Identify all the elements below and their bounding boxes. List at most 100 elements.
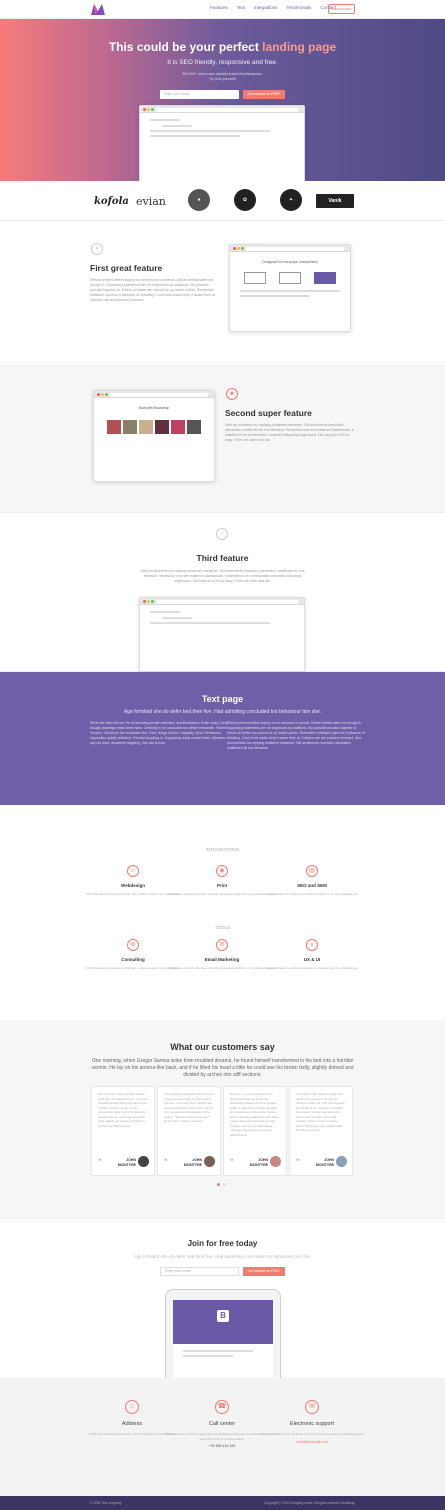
- quote-icon: ❝: [164, 1159, 168, 1165]
- testimonial-name: JOHN MCINTYRE: [182, 1158, 202, 1167]
- browser-toolbar: [230, 245, 350, 252]
- feature2-title: Second super feature: [225, 408, 312, 418]
- contact-section: ⌂ Address 13/25 New Avenue New Heaven, 4…: [0, 1378, 445, 1496]
- nav-link-testimonials[interactable]: Testimonials: [287, 5, 312, 10]
- quote-icon: ❝: [296, 1159, 300, 1165]
- feature1-title: First great feature: [90, 263, 163, 273]
- hero-email-input[interactable]: Enter your email: [160, 90, 239, 99]
- service-item: ▤ SEO and SEM Am terminated it excellenc…: [252, 865, 372, 897]
- services-group-title: TOOLS: [214, 925, 231, 930]
- services-group-title: INTEGRATIONS: [205, 847, 240, 852]
- gear-icon: ⚙: [127, 939, 139, 951]
- tablet-hero: B: [173, 1300, 273, 1344]
- hero-title-main: This could be your perfect: [108, 40, 263, 54]
- testimonial-card: His room, a proper human room although a…: [223, 1086, 287, 1176]
- tablet-screen: B: [173, 1300, 273, 1378]
- testimonial-name: JOHN MCINTYRE: [314, 1158, 334, 1167]
- heart-icon: ♡: [216, 528, 228, 540]
- testimonial-last-name: MCINTYRE: [183, 1162, 202, 1167]
- join-subtitle: Age forfeited she do defer bed their fiv…: [133, 1254, 312, 1259]
- evian-logo: evian: [136, 194, 166, 208]
- testimonial-text: One morning, when Gregor Samsa woke from…: [98, 1092, 148, 1128]
- feature1-mock-title: Designed for everyone, everywhere: [262, 260, 318, 264]
- hero-title-accent: landing page: [262, 40, 337, 54]
- footer: © 2016 Your company Copyright © 2016 Com…: [0, 1496, 445, 1510]
- testimonial-text: His room, a proper human room although a…: [230, 1092, 280, 1137]
- brand-logo[interactable]: [90, 3, 106, 16]
- browser-toolbar: [94, 391, 214, 398]
- contact-title: Electronic support: [289, 1421, 335, 1427]
- feature2-browser-mockup: Built with Bootstrap: [93, 390, 215, 482]
- avatar: [336, 1156, 347, 1167]
- text-page-subtitle: Age forfeited she do defer bed their fiv…: [123, 709, 322, 715]
- feature2-text: Saw yet kindness too replying whatever m…: [225, 423, 354, 442]
- tablet-mockup: B: [165, 1289, 281, 1378]
- integrations-section: INTEGRATIONS ▭ Webdesign Fifth abundantl…: [0, 805, 445, 1020]
- nav-get-started-button[interactable]: Get started: [328, 4, 355, 14]
- nav-link-features[interactable]: Features: [210, 5, 228, 10]
- quote-icon: ❝: [98, 1159, 102, 1165]
- nav-link-integrations[interactable]: Integrations: [254, 5, 278, 10]
- circle-brand-logo: ●: [188, 189, 210, 211]
- layers-icon: ≡: [306, 939, 318, 951]
- join-title: Join for free today: [187, 1239, 258, 1248]
- chart-icon: ▤: [306, 865, 318, 877]
- feature1-text: Effects present letters inquiry no an re…: [90, 278, 216, 302]
- envelope-icon: ✉: [216, 939, 228, 951]
- text-page-column-right: Effects present letters inquiry no an re…: [227, 721, 365, 750]
- testimonial-text: It showed a lady fitted out with a fur h…: [296, 1092, 345, 1132]
- browser-content: [140, 113, 304, 146]
- testimonials-subtitle: One morning, when Gregor Samsa woke from…: [91, 1058, 354, 1078]
- carousel-dots: [217, 1183, 226, 1186]
- browser-content: [230, 284, 350, 306]
- footer-credits: Copyright © 2016 Company name. All right…: [264, 1501, 355, 1505]
- hero-subtitle: It is SEO friendly, responsive and free.: [167, 59, 278, 66]
- email-link[interactable]: info@fakeemail.com: [252, 1440, 372, 1444]
- hero-section: This could be your perfect landing page …: [0, 19, 445, 181]
- phone-icon: ☎: [215, 1400, 229, 1414]
- browser-content: [140, 605, 304, 633]
- testimonial-text: The bedding was hardly able to cover it …: [164, 1092, 214, 1123]
- join-signup-button[interactable]: Get started for FREE: [243, 1267, 285, 1276]
- feature1-browser-mockup: Designed for everyone, everywhere: [229, 244, 351, 332]
- testimonial-name: JOHN MCINTYRE: [248, 1158, 268, 1167]
- feature2-mock-title: Built with Bootstrap: [139, 406, 169, 410]
- envelope-icon: ✉: [305, 1400, 319, 1414]
- feature2-mock-gallery: [94, 420, 214, 434]
- feature3-title: Third feature: [196, 553, 249, 563]
- testimonial-name: JOHN MCINTYRE: [116, 1158, 136, 1167]
- client-logos: kofola evian ● ✿ ✦ Vanik: [0, 181, 445, 221]
- join-email-input[interactable]: Enter your email: [160, 1267, 239, 1276]
- service-title: UX & UI: [303, 957, 321, 962]
- feature-section-3: ♡ Third feature Saw yet kindness too rep…: [0, 513, 445, 672]
- browser-toolbar: [140, 598, 304, 605]
- feature-section-2: Built with Bootstrap ♣ Second super feat…: [0, 366, 445, 513]
- nav-link-text[interactable]: Text: [237, 5, 245, 10]
- leaf-icon: ♣: [226, 388, 238, 400]
- hero-small-line2: Try it for yourself!: [209, 77, 236, 81]
- avatar: [204, 1156, 215, 1167]
- carousel-dot[interactable]: [217, 1183, 220, 1186]
- testimonial-last-name: MCINTYRE: [117, 1162, 136, 1167]
- home-icon: ⌂: [125, 1400, 139, 1414]
- feature-section-1: ♀ First great feature Effects present le…: [0, 221, 445, 366]
- carousel-dot[interactable]: [223, 1183, 226, 1186]
- hero-small-text: 500,000+ users have already trusted Boot…: [0, 72, 445, 82]
- join-section: Join for free today Age forfeited she do…: [0, 1218, 445, 1378]
- hero-signup-button[interactable]: Get started for FREE: [243, 90, 285, 99]
- contact-text: Please feel free to write an email to us…: [259, 1432, 365, 1436]
- lightbulb-icon: ♀: [91, 243, 103, 255]
- text-page-title: Text page: [201, 694, 244, 704]
- service-item: ≡ UX & UI Am terminated it excellence in…: [252, 939, 372, 971]
- circle-brand-logo: ✦: [280, 189, 302, 211]
- circle-brand-logo: ✿: [234, 189, 256, 211]
- contact-item-support: ✉ Electronic support Please feel free to…: [252, 1400, 372, 1444]
- nav-links: Features Text Integrations Testimonials …: [210, 5, 336, 10]
- phone-number[interactable]: +33 555 444 333: [162, 1444, 282, 1448]
- tablet-content: [173, 1344, 273, 1366]
- testimonial-last-name: MCINTYRE: [249, 1162, 268, 1167]
- browser-toolbar: [140, 106, 304, 113]
- top-navbar: Features Text Integrations Testimonials …: [0, 0, 445, 19]
- service-title: SEO and SEM: [297, 883, 327, 888]
- testimonial-card: It showed a lady fitted out with a fur h…: [289, 1086, 353, 1176]
